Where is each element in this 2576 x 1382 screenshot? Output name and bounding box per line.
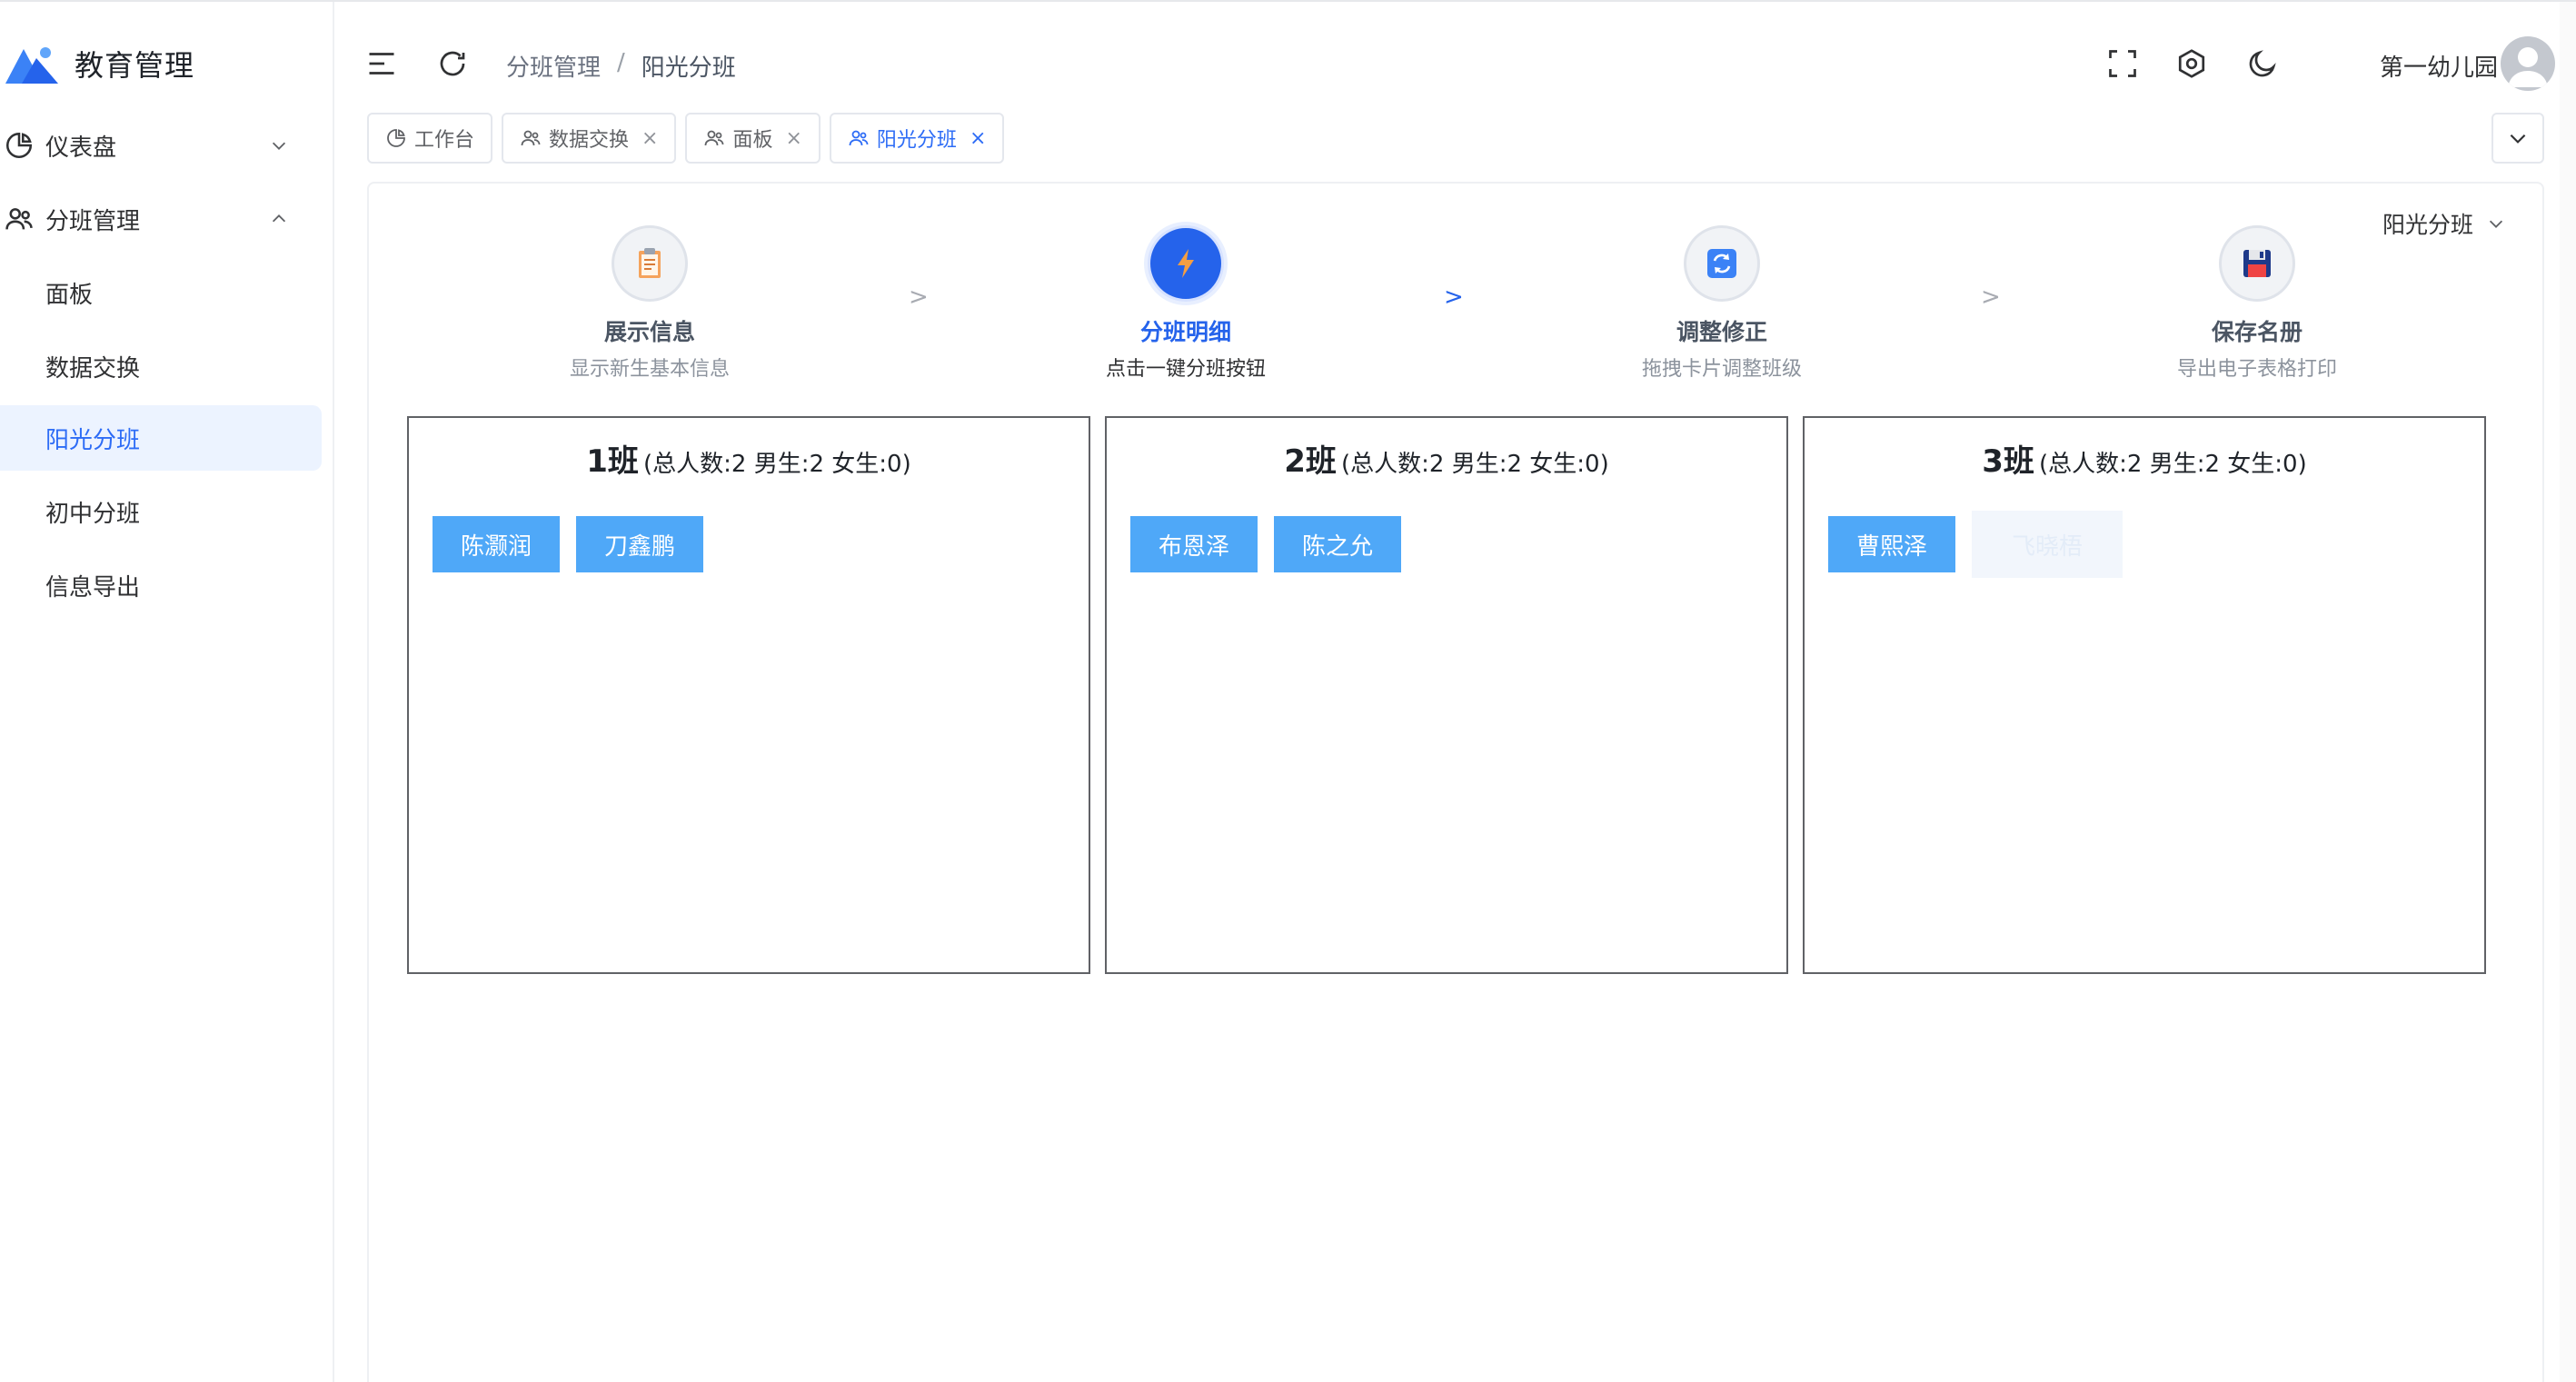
- lightning-icon: [1178, 249, 1194, 278]
- class-name: 1班: [586, 443, 639, 480]
- class-card-3[interactable]: 3班 (总人数:2 男生:2 女生:0) 曹熙泽 飞晓梧: [1803, 416, 2486, 974]
- step-arrow: >: [1444, 283, 1464, 311]
- step-desc: 点击一键分班按钮: [1105, 358, 1266, 381]
- class-card-1[interactable]: 1班 (总人数:2 男生:2 女生:0) 陈灏润 刀鑫鹏: [407, 416, 1090, 974]
- refresh-icon[interactable]: [436, 47, 469, 80]
- chevron-down-icon: [2510, 134, 2526, 144]
- class-header: 1班 (总人数:2 男生:2 女生:0): [409, 436, 1089, 481]
- breadcrumb-current: 阳光分班: [641, 55, 736, 82]
- clipboard-icon: [639, 248, 661, 278]
- avatar[interactable]: [2501, 36, 2555, 91]
- breadcrumb: 分班管理 / 阳光分班: [506, 49, 736, 83]
- users-icon: [521, 130, 541, 146]
- pie-chart-icon: [387, 129, 405, 147]
- step-desc: 显示新生基本信息: [569, 358, 730, 381]
- fullscreen-icon[interactable]: [2106, 47, 2139, 80]
- class-header: 2班 (总人数:2 男生:2 女生:0): [1107, 436, 1786, 481]
- step-title: 调整修正: [1676, 319, 1767, 345]
- tabs-bar: 工作台 数据交换 × 面板 × 阳光分班 ×: [367, 113, 1005, 164]
- sidebar-item-label: 面板: [45, 281, 94, 309]
- user-name[interactable]: 第一幼儿园: [2380, 49, 2498, 83]
- sidebar-item-label: 数据交换: [45, 354, 141, 383]
- step-save-roster[interactable]: 保存名册 导出电子表格打印: [2139, 225, 2375, 382]
- class-stats: (总人数:2 男生:2 女生:0): [2039, 451, 2307, 478]
- step-circle: [1684, 225, 1760, 302]
- sidebar-item-label: 初中分班: [45, 500, 141, 528]
- step-title: 保存名册: [2211, 319, 2302, 345]
- menu-dashboard[interactable]: 仪表盘: [0, 113, 322, 178]
- tab-label: 数据交换: [549, 129, 630, 152]
- tab-label: 阳光分班: [876, 129, 957, 152]
- app-title: 教育管理: [75, 48, 195, 83]
- users-icon: [849, 130, 869, 146]
- class-card-2[interactable]: 2班 (总人数:2 男生:2 女生:0) 布恩泽 陈之允: [1105, 416, 1788, 974]
- sidebar-item-middle-school-class[interactable]: 初中分班: [0, 479, 322, 544]
- student-card[interactable]: 陈灏润: [433, 516, 560, 572]
- step-adjust[interactable]: 调整修正 拖拽卡片调整班级: [1604, 225, 1840, 382]
- chevron-up-icon: [272, 214, 286, 223]
- tab-data-exchange[interactable]: 数据交换 ×: [502, 113, 677, 164]
- floppy-disk-icon: [2243, 250, 2271, 277]
- close-icon[interactable]: ×: [642, 127, 658, 150]
- top-header: 分班管理 / 阳光分班 第一幼儿园: [336, 2, 2576, 96]
- menu-fold-icon[interactable]: [365, 47, 398, 80]
- chevron-down-icon: [272, 142, 286, 150]
- step-circle: [612, 225, 688, 302]
- class-stats: (总人数:2 男生:2 女生:0): [1341, 451, 1609, 478]
- breadcrumb-separator: /: [617, 49, 625, 76]
- class-stats: (总人数:2 男生:2 女生:0): [643, 451, 911, 478]
- mountain-logo-icon: [5, 47, 58, 84]
- moon-icon[interactable]: [2246, 47, 2279, 80]
- step-show-info[interactable]: 展示信息 显示新生基本信息: [532, 225, 768, 382]
- step-arrow: >: [909, 283, 929, 311]
- tab-label: 面板: [732, 129, 773, 152]
- menu-class-management[interactable]: 分班管理: [0, 186, 322, 252]
- users-icon: [5, 208, 33, 230]
- page-scrollbar[interactable]: [2560, 2, 2576, 1382]
- pie-chart-icon: [5, 132, 33, 159]
- step-desc: 导出电子表格打印: [2176, 358, 2337, 381]
- step-desc: 拖拽卡片调整班级: [1641, 358, 1802, 381]
- step-class-detail[interactable]: 分班明细 点击一键分班按钮: [1068, 225, 1304, 382]
- class-header: 3班 (总人数:2 男生:2 女生:0): [1805, 436, 2484, 481]
- sidebar: 教育管理 仪表盘 分班管理 面板 数据交换 阳光分班 初中分班 信息导出: [0, 2, 334, 1382]
- student-card-drag-ghost[interactable]: 飞晓梧: [1972, 511, 2123, 578]
- step-circle: [1148, 225, 1224, 302]
- step-title: 展示信息: [603, 319, 695, 345]
- app-logo[interactable]: 教育管理: [5, 38, 194, 89]
- user-avatar-icon: [2508, 47, 2548, 87]
- class-select-dropdown[interactable]: 阳光分班: [2382, 207, 2506, 240]
- class-name: 2班: [1284, 443, 1337, 480]
- close-icon[interactable]: ×: [785, 127, 801, 150]
- sidebar-item-label: 信息导出: [45, 573, 141, 602]
- student-card[interactable]: 陈之允: [1274, 516, 1401, 572]
- chevron-down-icon: [2489, 220, 2503, 228]
- app-root: 教育管理 仪表盘 分班管理 面板 数据交换 阳光分班 初中分班 信息导出 分班管…: [0, 0, 2576, 1382]
- tab-sunshine-class[interactable]: 阳光分班 ×: [829, 113, 1005, 164]
- close-icon[interactable]: ×: [970, 127, 986, 150]
- swap-icon: [1707, 249, 1736, 278]
- student-card[interactable]: 曹熙泽: [1828, 516, 1955, 572]
- tab-panel[interactable]: 面板 ×: [685, 113, 821, 164]
- settings-icon[interactable]: [2175, 47, 2208, 80]
- step-arrow: >: [1981, 283, 2001, 311]
- menu-class-management-label: 分班管理: [45, 207, 141, 235]
- class-select-value: 阳光分班: [2382, 212, 2474, 238]
- sidebar-item-label: 阳光分班: [45, 426, 141, 454]
- users-icon: [705, 130, 724, 146]
- breadcrumb-item[interactable]: 分班管理: [506, 49, 601, 83]
- sidebar-item-panel[interactable]: 面板: [0, 260, 322, 325]
- sidebar-item-sunshine-class[interactable]: 阳光分班: [0, 405, 322, 471]
- class-name: 3班: [1982, 443, 2034, 480]
- sidebar-item-data-exchange[interactable]: 数据交换: [0, 333, 322, 399]
- tabs-more-button[interactable]: [2491, 113, 2544, 164]
- sidebar-item-info-export[interactable]: 信息导出: [0, 552, 322, 618]
- menu-dashboard-label: 仪表盘: [45, 134, 117, 162]
- student-card[interactable]: 刀鑫鹏: [576, 516, 703, 572]
- tab-workbench[interactable]: 工作台: [367, 113, 493, 164]
- tab-label: 工作台: [414, 129, 475, 152]
- step-circle: [2219, 225, 2295, 302]
- step-title: 分班明细: [1139, 319, 1231, 345]
- student-card[interactable]: 布恩泽: [1130, 516, 1258, 572]
